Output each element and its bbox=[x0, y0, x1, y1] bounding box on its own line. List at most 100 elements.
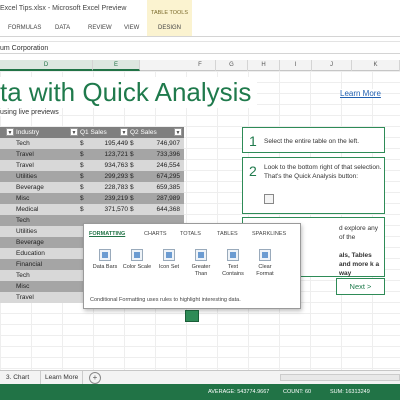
qa-color-scale[interactable]: Color Scale bbox=[122, 249, 152, 271]
cell-industry: Utilities bbox=[16, 173, 37, 180]
tab-design[interactable]: DESIGN bbox=[147, 25, 192, 31]
cell-value: 123,721 bbox=[104, 151, 129, 158]
header-q1-sales: Q1 Sales bbox=[80, 129, 107, 136]
column-header-e[interactable]: E bbox=[93, 60, 140, 71]
currency-symbol: $ bbox=[130, 162, 134, 169]
column-headers: D E F G H I J K bbox=[0, 60, 400, 71]
column-header-h[interactable]: H bbox=[248, 60, 280, 71]
status-count: COUNT: 60 bbox=[283, 389, 312, 395]
table-row[interactable]: Travel $123,721 $733,396 bbox=[0, 149, 184, 160]
step-card-1: 1 Select the entire table on the left. bbox=[242, 127, 385, 153]
sheet-subtitle: using live previews bbox=[0, 109, 59, 116]
sheet-tab-learn-more[interactable]: Learn More bbox=[40, 371, 84, 385]
table-row[interactable]: Misc $239,219 $287,989 bbox=[0, 193, 184, 204]
currency-symbol: $ bbox=[130, 195, 134, 202]
qa-tab-totals[interactable]: TOTALS bbox=[180, 231, 201, 237]
currency-symbol: $ bbox=[130, 151, 134, 158]
cell-industry: Utilities bbox=[16, 228, 37, 235]
qa-tab-formatting[interactable]: FORMATTING bbox=[89, 231, 125, 237]
qa-clear-format[interactable]: Clear Format bbox=[250, 249, 280, 278]
qa-text-contains[interactable]: Text Contains bbox=[218, 249, 248, 278]
qa-tab-tables[interactable]: TABLES bbox=[217, 231, 238, 237]
step-text: Look to the bottom right of that selecti… bbox=[264, 164, 382, 180]
learn-more-link[interactable]: Learn More bbox=[340, 89, 381, 98]
table-row[interactable]: Medical $371,570 $644,368 bbox=[0, 204, 184, 215]
color-scale-icon bbox=[131, 249, 143, 261]
formula-value: um Corporation bbox=[0, 45, 49, 52]
title-bar: Excel Tips.xlsx - Microsoft Excel Previe… bbox=[0, 0, 400, 19]
qa-tab-sparklines[interactable]: SPARKLINES bbox=[252, 231, 286, 237]
currency-symbol: $ bbox=[130, 140, 134, 147]
filter-dropdown-icon[interactable]: ▼ bbox=[174, 128, 182, 136]
column-header-j[interactable]: J bbox=[312, 60, 352, 71]
cell-value: 195,449 bbox=[104, 140, 129, 147]
column-header-i[interactable]: I bbox=[280, 60, 312, 71]
table-row[interactable]: Utilities $299,293 $674,295 bbox=[0, 171, 184, 182]
table-row[interactable]: Beverage $228,783 $659,385 bbox=[0, 182, 184, 193]
filter-dropdown-icon[interactable]: ▼ bbox=[70, 128, 78, 136]
text-contains-icon bbox=[227, 249, 239, 261]
cell-value: 228,783 bbox=[104, 184, 129, 191]
tab-review[interactable]: REVIEW bbox=[88, 25, 112, 31]
window-title: Excel Tips.xlsx - Microsoft Excel Previe… bbox=[0, 5, 127, 12]
step-number: 2 bbox=[249, 163, 257, 179]
sheet-tab-chart[interactable]: 3. Chart bbox=[2, 371, 33, 385]
sheet-title: ta with Quick Analysis bbox=[0, 77, 258, 108]
status-sum: SUM: 16313249 bbox=[330, 389, 370, 395]
cell-value: 644,368 bbox=[156, 206, 181, 213]
currency-symbol: $ bbox=[130, 173, 134, 180]
clear-format-icon bbox=[259, 249, 271, 261]
next-button[interactable]: Next > bbox=[336, 278, 385, 295]
cell-industry: Travel bbox=[16, 294, 34, 301]
currency-symbol: $ bbox=[130, 184, 134, 191]
cell-industry: Travel bbox=[16, 151, 34, 158]
quick-analysis-button[interactable] bbox=[185, 310, 199, 322]
cell-value: 299,293 bbox=[104, 173, 129, 180]
status-average: AVERAGE: 543774.9667 bbox=[208, 389, 270, 395]
cell-industry: Beverage bbox=[16, 184, 44, 191]
cell-industry: Tech bbox=[16, 272, 30, 279]
filter-dropdown-icon[interactable]: ▼ bbox=[6, 128, 14, 136]
ribbon-tabs: FORMULAS DATA REVIEW VIEW bbox=[0, 19, 400, 37]
quick-analysis-icon bbox=[264, 194, 274, 204]
tab-formulas[interactable]: FORMULAS bbox=[8, 25, 41, 31]
cell-value: 239,219 bbox=[104, 195, 129, 202]
cell-industry: Beverage bbox=[16, 239, 44, 246]
cell-industry: Misc bbox=[16, 283, 30, 290]
qa-tab-charts[interactable]: CHARTS bbox=[144, 231, 167, 237]
icon-set-icon bbox=[163, 249, 175, 261]
column-header-g[interactable]: G bbox=[216, 60, 248, 71]
table-row[interactable]: Travel $934,763 $246,554 bbox=[0, 160, 184, 171]
currency-symbol: $ bbox=[80, 195, 84, 202]
cell-industry: Education bbox=[16, 250, 45, 257]
cell-industry: Misc bbox=[16, 195, 30, 202]
cell-industry: Tech bbox=[16, 140, 30, 147]
step-text: d explore any of the bbox=[339, 225, 379, 241]
cell-industry: Financial bbox=[16, 261, 43, 268]
data-bars-icon bbox=[99, 249, 111, 261]
column-header-d[interactable]: D bbox=[0, 60, 93, 71]
table-row[interactable]: Tech $195,449 $746,907 bbox=[0, 138, 184, 149]
tab-view[interactable]: VIEW bbox=[124, 25, 139, 31]
qa-item-label: Icon Set bbox=[158, 264, 180, 270]
qa-item-label: Text Contains bbox=[222, 264, 244, 277]
qa-item-label: Clear Format bbox=[256, 264, 274, 277]
formula-bar[interactable]: um Corporation bbox=[0, 41, 400, 54]
qa-greater-than[interactable]: Greater Than bbox=[186, 249, 216, 278]
currency-symbol: $ bbox=[80, 184, 84, 191]
column-header-k[interactable]: K bbox=[352, 60, 400, 71]
add-sheet-icon[interactable]: + bbox=[89, 372, 101, 384]
qa-icon-set[interactable]: Icon Set bbox=[154, 249, 184, 271]
qa-hint: Conditional Formatting uses rules to hig… bbox=[90, 297, 241, 303]
qa-item-label: Color Scale bbox=[122, 264, 152, 270]
qa-item-label: Greater Than bbox=[191, 264, 211, 277]
cell-industry: Medical bbox=[16, 206, 39, 213]
column-header-f[interactable]: F bbox=[185, 60, 216, 71]
tab-data[interactable]: DATA bbox=[55, 25, 70, 31]
cell-value: 246,554 bbox=[156, 162, 181, 169]
worksheet[interactable]: ta with Quick Analysis Learn More using … bbox=[0, 71, 400, 370]
qa-data-bars[interactable]: Data Bars bbox=[90, 249, 120, 271]
filter-dropdown-icon[interactable]: ▼ bbox=[120, 128, 128, 136]
horizontal-scrollbar[interactable] bbox=[280, 374, 400, 381]
step-text: Select the entire table on the left. bbox=[264, 138, 360, 145]
